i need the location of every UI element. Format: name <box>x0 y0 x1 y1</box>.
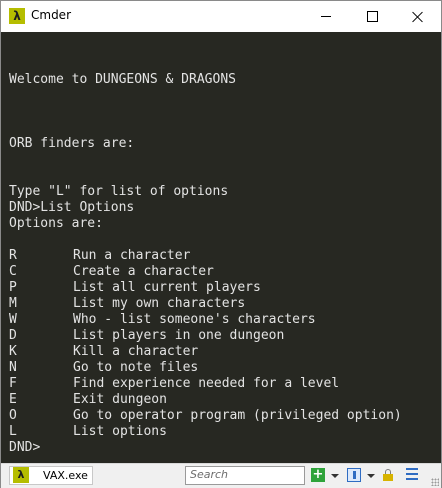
option-description: Find experience needed for a level <box>73 376 340 391</box>
option-row: D List players in one dungeon <box>9 328 402 344</box>
option-key: P <box>9 280 17 295</box>
option-key: F <box>9 376 17 391</box>
option-row: M List my own characters <box>9 296 402 312</box>
maximize-icon <box>366 11 378 22</box>
option-description: Go to note files <box>73 360 199 375</box>
option-key: N <box>9 360 17 375</box>
hint-line: Type "L" for list of options <box>9 184 229 199</box>
plus-icon[interactable]: + <box>311 468 325 482</box>
option-description: List options <box>73 424 167 439</box>
minimize-icon <box>321 16 331 17</box>
option-key: L <box>9 424 17 439</box>
option-key: W <box>9 312 17 327</box>
option-row: F Find experience needed for a level <box>9 376 402 392</box>
option-row: K Kill a character <box>9 344 402 360</box>
option-row: N Go to note files <box>9 360 402 376</box>
console-output[interactable]: Welcome to DUNGEONS & DRAGONS ORB finder… <box>9 72 402 456</box>
minimize-button[interactable] <box>303 1 349 32</box>
option-key: E <box>9 392 17 407</box>
window-title: Cmder <box>31 8 72 22</box>
option-description: Run a character <box>73 248 191 263</box>
command-line: DND>List Options <box>9 200 135 215</box>
menu-icon[interactable] <box>406 468 418 482</box>
option-row: W Who - list someone's characters <box>9 312 402 328</box>
option-key: R <box>9 248 17 263</box>
option-key: M <box>9 296 17 311</box>
close-button[interactable] <box>395 1 441 32</box>
option-description: List all current players <box>73 280 261 295</box>
option-row: C Create a character <box>9 264 402 280</box>
lambda-icon: λ <box>9 8 25 24</box>
orb-finders-line: ORB finders are: <box>9 136 135 151</box>
option-description: Kill a character <box>73 344 199 359</box>
option-description: Exit dungeon <box>73 392 167 407</box>
option-description: List my own characters <box>73 296 246 311</box>
close-icon <box>412 11 424 23</box>
prompt-line[interactable]: DND> <box>9 440 402 456</box>
option-row: E Exit dungeon <box>9 392 402 408</box>
option-key: D <box>9 328 17 343</box>
lambda-icon: λ <box>13 467 29 483</box>
option-description: Who - list someone's characters <box>73 312 316 327</box>
options-header: Options are: <box>9 216 103 231</box>
option-description: Create a character <box>73 264 214 279</box>
options-list: R Run a character C Create a character P List… <box>9 248 402 440</box>
resize-grip-icon[interactable] <box>431 478 439 486</box>
chevron-down-icon[interactable] <box>367 474 375 478</box>
chevron-down-icon[interactable] <box>331 474 339 478</box>
welcome-line: Welcome to DUNGEONS & DRAGONS <box>9 72 236 87</box>
tab-label: VAX.exe <box>43 469 88 482</box>
option-key: C <box>9 264 17 279</box>
option-row: L List options <box>9 424 402 440</box>
option-key: K <box>9 344 17 359</box>
option-row: R Run a character <box>9 248 402 264</box>
maximize-button[interactable] <box>349 1 395 32</box>
split-icon[interactable] <box>347 468 361 482</box>
option-description: List players in one dungeon <box>73 328 285 343</box>
option-description: Go to operator program (privileged optio… <box>73 408 402 423</box>
console-tab[interactable]: λ VAX.exe <box>9 466 93 485</box>
status-bar: λ VAX.exe Search + <box>1 463 441 488</box>
search-input[interactable]: Search <box>185 466 305 485</box>
title-bar[interactable]: λ Cmder <box>1 1 441 32</box>
cmder-window: λ Cmder Welcome to DUNGEONS & DRAGONS OR… <box>0 0 442 488</box>
lock-icon[interactable] <box>383 469 393 481</box>
option-key: O <box>9 408 17 423</box>
option-row: O Go to operator program (privileged opti… <box>9 408 402 424</box>
option-row: P List all current players <box>9 280 402 296</box>
